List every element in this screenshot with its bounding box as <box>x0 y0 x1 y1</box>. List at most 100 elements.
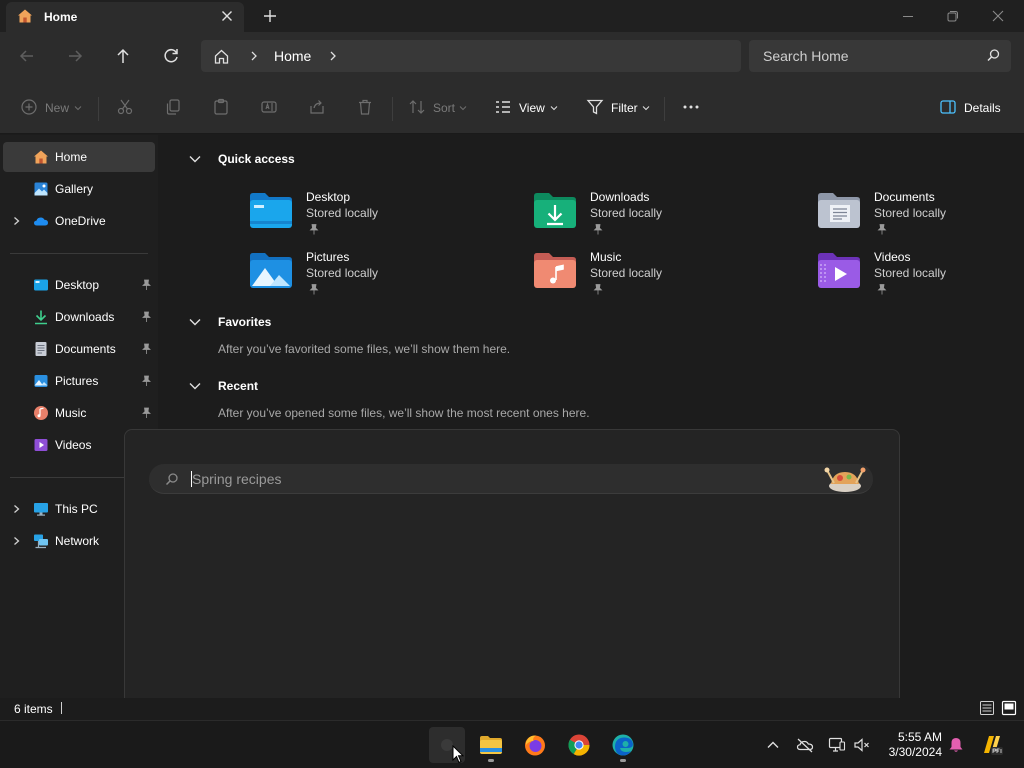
music-folder-icon <box>534 253 576 288</box>
sidebar-item-documents[interactable]: Documents <box>3 334 155 364</box>
taskbar-edge[interactable] <box>605 727 641 763</box>
chevron-right-icon[interactable] <box>327 50 339 62</box>
up-arrow-icon[interactable] <box>112 45 134 67</box>
recent-empty-message: After you’ve opened some files, we’ll sh… <box>218 406 590 420</box>
folder-status: Stored locally <box>874 206 947 220</box>
chevron-down-icon[interactable] <box>188 154 202 164</box>
quick-access-header[interactable]: Quick access <box>188 149 348 169</box>
folder-name: Downloads <box>590 190 650 204</box>
chevron-up-icon[interactable] <box>764 736 782 754</box>
paste-button[interactable] <box>212 98 232 118</box>
section-title: Favorites <box>218 315 272 329</box>
minimize-icon[interactable] <box>898 6 918 26</box>
taskbar: 5:55 AM 3/30/2024 <box>0 720 1024 768</box>
search-icon[interactable] <box>986 48 1001 63</box>
section-title: Quick access <box>218 152 295 166</box>
share-icon <box>310 100 324 114</box>
sidebar-item-gallery[interactable]: Gallery <box>3 174 155 204</box>
notification-bell-icon[interactable] <box>947 736 965 754</box>
pin-icon <box>309 224 319 235</box>
pin-icon[interactable] <box>141 343 152 355</box>
copy-icon <box>166 99 180 115</box>
breadcrumb[interactable]: Home <box>201 40 741 72</box>
filter-button[interactable]: Filter <box>586 98 652 118</box>
folder-status: Stored locally <box>590 266 663 280</box>
restore-icon[interactable] <box>942 6 962 26</box>
file-explorer-icon <box>480 736 502 754</box>
network-status-icon[interactable] <box>828 736 846 754</box>
chevron-down-icon[interactable] <box>188 381 202 391</box>
chevron-right-icon[interactable] <box>12 536 21 546</box>
chevron-right-icon[interactable] <box>12 504 21 514</box>
more-options-button[interactable] <box>682 98 702 118</box>
refresh-icon[interactable] <box>160 45 182 67</box>
videos-icon <box>34 439 48 451</box>
chevron-down-icon[interactable] <box>188 317 202 327</box>
folder-name: Music <box>590 250 622 264</box>
delete-button[interactable] <box>356 98 376 118</box>
breadcrumb-home[interactable]: Home <box>274 48 311 64</box>
sidebar-item-label: Documents <box>55 342 116 356</box>
sidebar-item-onedrive[interactable]: OneDrive <box>3 206 155 236</box>
folder-name: Documents <box>874 190 935 204</box>
system-clock[interactable]: 5:55 AM 3/30/2024 <box>872 730 942 760</box>
close-window-icon[interactable] <box>988 6 1008 26</box>
desktop-folder-icon <box>250 193 292 228</box>
section-title: Recent <box>218 379 259 393</box>
sort-button[interactable]: Sort <box>408 98 470 118</box>
cut-button[interactable] <box>116 98 136 118</box>
new-button[interactable]: New <box>20 98 84 118</box>
recent-header[interactable]: Recent <box>188 376 328 396</box>
onedrive-offline-icon[interactable] <box>796 736 814 754</box>
close-tab-icon[interactable] <box>219 8 235 24</box>
volume-muted-icon[interactable] <box>853 736 871 754</box>
quick-access-videos[interactable]: Videos Stored locally <box>816 250 1024 306</box>
chevron-right-icon[interactable] <box>12 216 21 226</box>
sidebar-item-music[interactable]: Music <box>3 398 155 428</box>
taskbar-chrome[interactable] <box>561 727 597 763</box>
trash-icon <box>359 99 371 115</box>
rename-button[interactable] <box>260 98 280 118</box>
sidebar-item-downloads[interactable]: Downloads <box>3 302 155 332</box>
quick-access-music[interactable]: Music Stored locally <box>532 250 772 306</box>
share-button[interactable] <box>308 98 328 118</box>
quick-access-desktop[interactable]: Desktop Stored locally <box>248 190 488 246</box>
chrome-icon <box>568 734 590 756</box>
taskbar-file-explorer[interactable] <box>473 727 509 763</box>
pin-icon[interactable] <box>141 375 152 387</box>
search-input[interactable]: Search Home <box>749 40 1011 72</box>
onedrive-icon <box>34 217 48 226</box>
sidebar-item-desktop[interactable]: Desktop <box>3 270 155 300</box>
folder-status: Stored locally <box>306 206 379 220</box>
quick-access-pictures[interactable]: Pictures Stored locally <box>248 250 488 306</box>
home-outline-icon[interactable] <box>213 48 230 65</box>
sidebar-item-pictures[interactable]: Pictures <box>3 366 155 396</box>
tab-home[interactable]: Home <box>6 2 244 32</box>
copy-button[interactable] <box>164 98 184 118</box>
home-icon <box>34 150 48 164</box>
quick-access-documents[interactable]: Documents Stored locally <box>816 190 1024 246</box>
pin-icon[interactable] <box>141 279 152 291</box>
paste-icon <box>214 98 228 115</box>
search-highlight-illustration-icon[interactable] <box>821 466 869 493</box>
chevron-right-icon[interactable] <box>248 50 260 62</box>
sidebar-item-home[interactable]: Home <box>3 142 155 172</box>
details-button[interactable]: Details <box>939 98 1003 118</box>
item-count: 6 items <box>14 702 53 716</box>
details-view-icon[interactable] <box>979 700 995 716</box>
filter-icon <box>586 99 604 115</box>
tiles-view-icon[interactable] <box>1001 700 1017 716</box>
pin-icon[interactable] <box>141 407 152 419</box>
favorites-header[interactable]: Favorites <box>188 312 328 332</box>
back-arrow-icon[interactable] <box>16 45 38 67</box>
forward-arrow-icon[interactable] <box>64 45 86 67</box>
start-search-input[interactable]: Spring recipes <box>149 464 873 494</box>
pin-icon[interactable] <box>141 311 152 323</box>
copilot-preview-icon[interactable] <box>980 733 1004 757</box>
quick-access-downloads[interactable]: Downloads Stored locally <box>532 190 772 246</box>
taskbar-firefox[interactable] <box>517 727 553 763</box>
view-button[interactable]: View <box>494 98 560 118</box>
new-tab-icon[interactable] <box>261 7 279 25</box>
sidebar-item-label: Music <box>55 406 87 420</box>
sidebar-item-label: Desktop <box>55 278 100 292</box>
